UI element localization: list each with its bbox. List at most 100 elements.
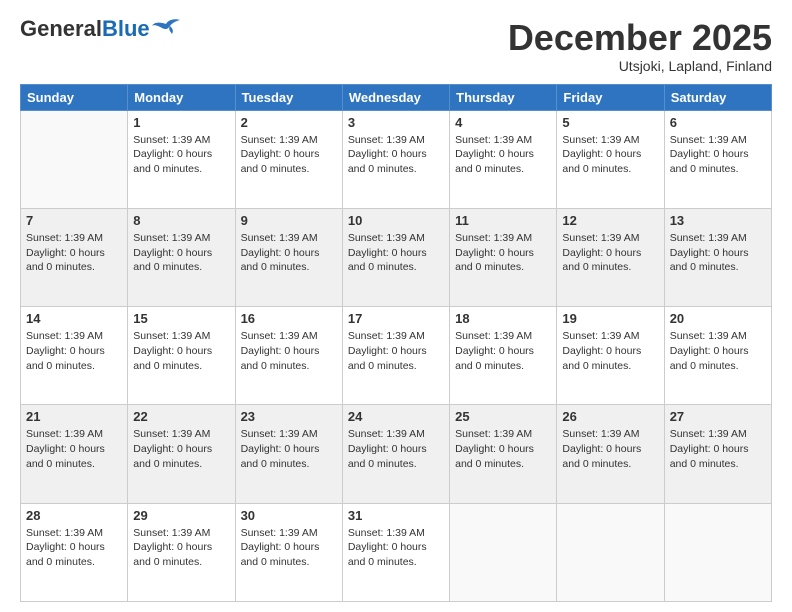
day-number: 3 [348, 115, 444, 130]
col-wednesday: Wednesday [342, 84, 449, 110]
logo: GeneralBlue [20, 18, 180, 40]
day-info: Sunset: 1:39 AM Daylight: 0 hours and 0 … [133, 133, 229, 177]
calendar-cell [664, 503, 771, 601]
calendar-cell: 24 Sunset: 1:39 AM Daylight: 0 hours and … [342, 405, 449, 503]
calendar-cell: 25 Sunset: 1:39 AM Daylight: 0 hours and … [450, 405, 557, 503]
day-number: 25 [455, 409, 551, 424]
day-info: Sunset: 1:39 AM Daylight: 0 hours and 0 … [26, 231, 122, 275]
calendar-cell: 6 Sunset: 1:39 AM Daylight: 0 hours and 0… [664, 110, 771, 208]
day-info: Sunset: 1:39 AM Daylight: 0 hours and 0 … [241, 427, 337, 471]
header: GeneralBlue December 2025 Utsjoki, Lapla… [20, 18, 772, 74]
logo-bird-icon [152, 16, 180, 38]
calendar-cell [450, 503, 557, 601]
day-number: 8 [133, 213, 229, 228]
calendar-cell: 21 Sunset: 1:39 AM Daylight: 0 hours and … [21, 405, 128, 503]
calendar-cell: 2 Sunset: 1:39 AM Daylight: 0 hours and 0… [235, 110, 342, 208]
col-sunday: Sunday [21, 84, 128, 110]
day-number: 2 [241, 115, 337, 130]
day-number: 18 [455, 311, 551, 326]
day-number: 23 [241, 409, 337, 424]
month-title: December 2025 [508, 18, 772, 58]
calendar-cell: 29Sunset: 1:39 AM Daylight: 0 hours and … [128, 503, 235, 601]
day-number: 12 [562, 213, 658, 228]
day-info: Sunset: 1:39 AM Daylight: 0 hours and 0 … [670, 427, 766, 471]
calendar-header-row: Sunday Monday Tuesday Wednesday Thursday… [21, 84, 772, 110]
calendar-cell: 26Sunset: 1:39 AM Daylight: 0 hours and … [557, 405, 664, 503]
day-number: 26 [562, 409, 658, 424]
day-number: 19 [562, 311, 658, 326]
calendar-cell: 31Sunset: 1:39 AM Daylight: 0 hours and … [342, 503, 449, 601]
calendar-cell: 18 Sunset: 1:39 AM Daylight: 0 hours and … [450, 307, 557, 405]
day-info: Sunset: 1:39 AM Daylight: 0 hours and 0 … [133, 427, 229, 471]
calendar-week-row: 21 Sunset: 1:39 AM Daylight: 0 hours and … [21, 405, 772, 503]
day-number: 1 [133, 115, 229, 130]
col-friday: Friday [557, 84, 664, 110]
day-info: Sunset: 1:39 AM Daylight: 0 hours and 0 … [133, 231, 229, 275]
day-number: 16 [241, 311, 337, 326]
calendar-cell [557, 503, 664, 601]
day-info: Sunset: 1:39 AM Daylight: 0 hours and 0 … [348, 427, 444, 471]
day-number: 5 [562, 115, 658, 130]
logo-text: GeneralBlue [20, 18, 150, 40]
day-info: Sunset: 1:39 AM Daylight: 0 hours and 0 … [241, 133, 337, 177]
calendar-cell: 27Sunset: 1:39 AM Daylight: 0 hours and … [664, 405, 771, 503]
day-number: 17 [348, 311, 444, 326]
day-info: Sunset: 1:39 AM Daylight: 0 hours and 0 … [26, 329, 122, 373]
day-info: Sunset: 1:39 AM Daylight: 0 hours and 0 … [26, 427, 122, 471]
calendar-week-row: 14 Sunset: 1:39 AM Daylight: 0 hours and … [21, 307, 772, 405]
calendar-cell: 4 Sunset: 1:39 AM Daylight: 0 hours and 0… [450, 110, 557, 208]
day-info: Sunset: 1:39 AM Daylight: 0 hours and 0 … [348, 133, 444, 177]
day-info: Sunset: 1:39 AM Daylight: 0 hours and 0 … [455, 427, 551, 471]
col-saturday: Saturday [664, 84, 771, 110]
day-number: 14 [26, 311, 122, 326]
day-number: 11 [455, 213, 551, 228]
day-info: Sunset: 1:39 AM Daylight: 0 hours and 0 … [241, 526, 337, 570]
day-number: 6 [670, 115, 766, 130]
day-info: Sunset: 1:39 AM Daylight: 0 hours and 0 … [670, 329, 766, 373]
day-number: 9 [241, 213, 337, 228]
col-tuesday: Tuesday [235, 84, 342, 110]
day-number: 24 [348, 409, 444, 424]
day-number: 21 [26, 409, 122, 424]
calendar-cell: 12 Sunset: 1:39 AM Daylight: 0 hours and … [557, 208, 664, 306]
day-info: Sunset: 1:39 AM Daylight: 0 hours and 0 … [670, 231, 766, 275]
day-info: Sunset: 1:39 AM Daylight: 0 hours and 0 … [670, 133, 766, 177]
day-number: 28 [26, 508, 122, 523]
day-number: 31 [348, 508, 444, 523]
day-info: Sunset: 1:39 AM Daylight: 0 hours and 0 … [26, 526, 122, 570]
logo-blue: Blue [102, 16, 150, 41]
day-info: Sunset: 1:39 AM Daylight: 0 hours and 0 … [455, 133, 551, 177]
page: GeneralBlue December 2025 Utsjoki, Lapla… [0, 0, 792, 612]
col-monday: Monday [128, 84, 235, 110]
calendar-cell: 1 Sunset: 1:39 AM Daylight: 0 hours and 0… [128, 110, 235, 208]
calendar-week-row: 7 Sunset: 1:39 AM Daylight: 0 hours and 0… [21, 208, 772, 306]
calendar-cell: 23 Sunset: 1:39 AM Daylight: 0 hours and … [235, 405, 342, 503]
calendar-week-row: 1 Sunset: 1:39 AM Daylight: 0 hours and 0… [21, 110, 772, 208]
calendar-cell: 13 Sunset: 1:39 AM Daylight: 0 hours and … [664, 208, 771, 306]
calendar-cell: 28 Sunset: 1:39 AM Daylight: 0 hours and … [21, 503, 128, 601]
day-number: 20 [670, 311, 766, 326]
day-info: Sunset: 1:39 AM Daylight: 0 hours and 0 … [241, 329, 337, 373]
calendar-cell: 19Sunset: 1:39 AM Daylight: 0 hours and … [557, 307, 664, 405]
day-info: Sunset: 1:39 AM Daylight: 0 hours and 0 … [455, 329, 551, 373]
day-number: 13 [670, 213, 766, 228]
calendar-cell: 16 Sunset: 1:39 AM Daylight: 0 hours and … [235, 307, 342, 405]
day-info: Sunset: 1:39 AM Daylight: 0 hours and 0 … [455, 231, 551, 275]
col-thursday: Thursday [450, 84, 557, 110]
day-number: 7 [26, 213, 122, 228]
calendar-cell: 8 Sunset: 1:39 AM Daylight: 0 hours and 0… [128, 208, 235, 306]
logo-general: General [20, 16, 102, 41]
calendar-cell: 5Sunset: 1:39 AM Daylight: 0 hours and 0… [557, 110, 664, 208]
calendar-cell: 20 Sunset: 1:39 AM Daylight: 0 hours and … [664, 307, 771, 405]
calendar-cell: 30 Sunset: 1:39 AM Daylight: 0 hours and … [235, 503, 342, 601]
day-info: Sunset: 1:39 AM Daylight: 0 hours and 0 … [241, 231, 337, 275]
day-number: 4 [455, 115, 551, 130]
day-number: 30 [241, 508, 337, 523]
calendar-cell: 14 Sunset: 1:39 AM Daylight: 0 hours and … [21, 307, 128, 405]
calendar-cell: 7 Sunset: 1:39 AM Daylight: 0 hours and 0… [21, 208, 128, 306]
calendar-cell: 15Sunset: 1:39 AM Daylight: 0 hours and … [128, 307, 235, 405]
calendar-cell [21, 110, 128, 208]
day-info: Sunset: 1:39 AM Daylight: 0 hours and 0 … [562, 231, 658, 275]
location: Utsjoki, Lapland, Finland [508, 58, 772, 74]
calendar-week-row: 28 Sunset: 1:39 AM Daylight: 0 hours and … [21, 503, 772, 601]
